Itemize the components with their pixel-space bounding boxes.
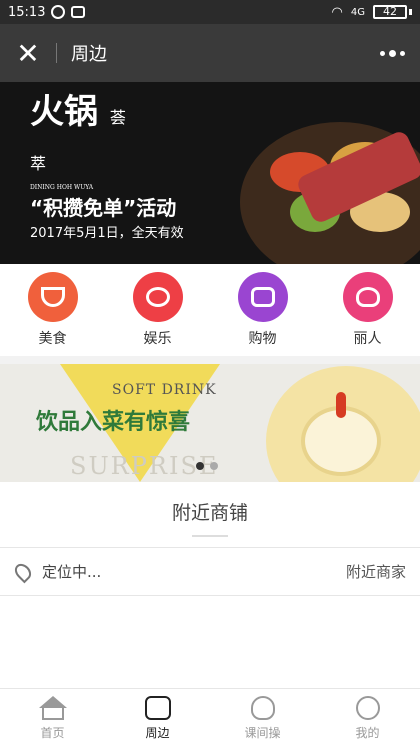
- close-icon: ✕: [16, 36, 40, 70]
- promo-headline: “积攒免单”活动: [30, 196, 177, 220]
- category-label: 美食: [38, 331, 67, 347]
- more-dot-icon: [379, 50, 385, 56]
- page-title: 周边: [71, 44, 107, 65]
- section-title: 附近商铺: [171, 502, 248, 524]
- message-icon: [71, 6, 86, 18]
- nearby-section-header: 附近商铺: [0, 482, 420, 548]
- tab-label: 首页: [40, 725, 65, 740]
- banner-slogan: 饮品入菜有惊喜: [36, 410, 191, 435]
- more-dot-icon: [388, 49, 396, 57]
- category-beauty[interactable]: 丽人: [315, 264, 420, 356]
- tab-nearby[interactable]: 周边: [105, 689, 210, 747]
- shop-icon: [144, 695, 171, 720]
- section-underline: [192, 535, 228, 537]
- section-gap: [0, 356, 420, 364]
- more-button[interactable]: [364, 49, 420, 57]
- category-shopping[interactable]: 购物: [210, 264, 315, 356]
- location-status: 定位中...: [42, 563, 102, 581]
- category-label: 娱乐: [143, 331, 172, 347]
- person-face-icon: [355, 695, 380, 720]
- category-label: 购物: [248, 331, 277, 347]
- tab-label: 我的: [355, 725, 380, 740]
- flower-icon: [250, 695, 275, 720]
- status-bar: 15:13 ◠ 4G 42: [0, 0, 420, 24]
- close-button[interactable]: ✕: [0, 24, 56, 82]
- category-entertainment[interactable]: 娱乐: [105, 264, 210, 356]
- nearby-merchants-link[interactable]: 附近商家: [346, 561, 406, 582]
- brand-en-text: DINING HOH WUYA: [30, 184, 94, 191]
- carousel-dot-active[interactable]: [196, 462, 204, 470]
- brand-logo: 火锅 荟萃 DINING HOH WUYA: [30, 92, 140, 192]
- tab-home[interactable]: 首页: [0, 689, 105, 747]
- status-time: 15:13: [8, 4, 46, 20]
- more-dot-icon: [399, 50, 405, 56]
- title-bar: ✕ 周边: [0, 24, 420, 82]
- lotus-soup-image: [266, 366, 420, 482]
- location-pin-icon: [11, 560, 35, 583]
- soft-drink-tag: SOFT DRINK: [112, 382, 217, 398]
- tab-label: 课间操: [244, 725, 281, 740]
- title-divider: [56, 43, 57, 63]
- rice-bowl-icon: [27, 272, 78, 322]
- battery-level: 42: [373, 5, 407, 19]
- tab-exercise[interactable]: 课间操: [210, 689, 315, 747]
- shopping-bag-icon: [237, 272, 288, 322]
- tab-profile[interactable]: 我的: [315, 689, 420, 747]
- film-reel-icon: [132, 272, 183, 322]
- category-food[interactable]: 美食: [0, 264, 105, 356]
- category-label: 丽人: [353, 331, 382, 347]
- carousel-dots: [196, 462, 218, 470]
- notification-icon: [51, 5, 66, 19]
- brand-main-text: 火锅: [30, 92, 98, 132]
- woman-face-icon: [342, 272, 393, 322]
- signal-icon: 4G: [350, 6, 365, 18]
- carousel-dot[interactable]: [210, 462, 218, 470]
- home-icon: [38, 695, 67, 720]
- hotpot-promo-banner[interactable]: 火锅 荟萃 DINING HOH WUYA “积攒免单”活动 2017年5月1日…: [0, 82, 420, 264]
- promo-date: 2017年5月1日，全天有效: [30, 226, 184, 241]
- bottom-tab-bar: 首页 周边 课间操 我的: [0, 688, 420, 747]
- location-row: 定位中... 附近商家: [0, 548, 420, 596]
- category-row: 美食 娱乐 购物 丽人: [0, 264, 420, 356]
- battery-icon: 42: [373, 5, 412, 19]
- wifi-icon: ◠: [331, 4, 343, 20]
- tab-label: 周边: [145, 725, 170, 740]
